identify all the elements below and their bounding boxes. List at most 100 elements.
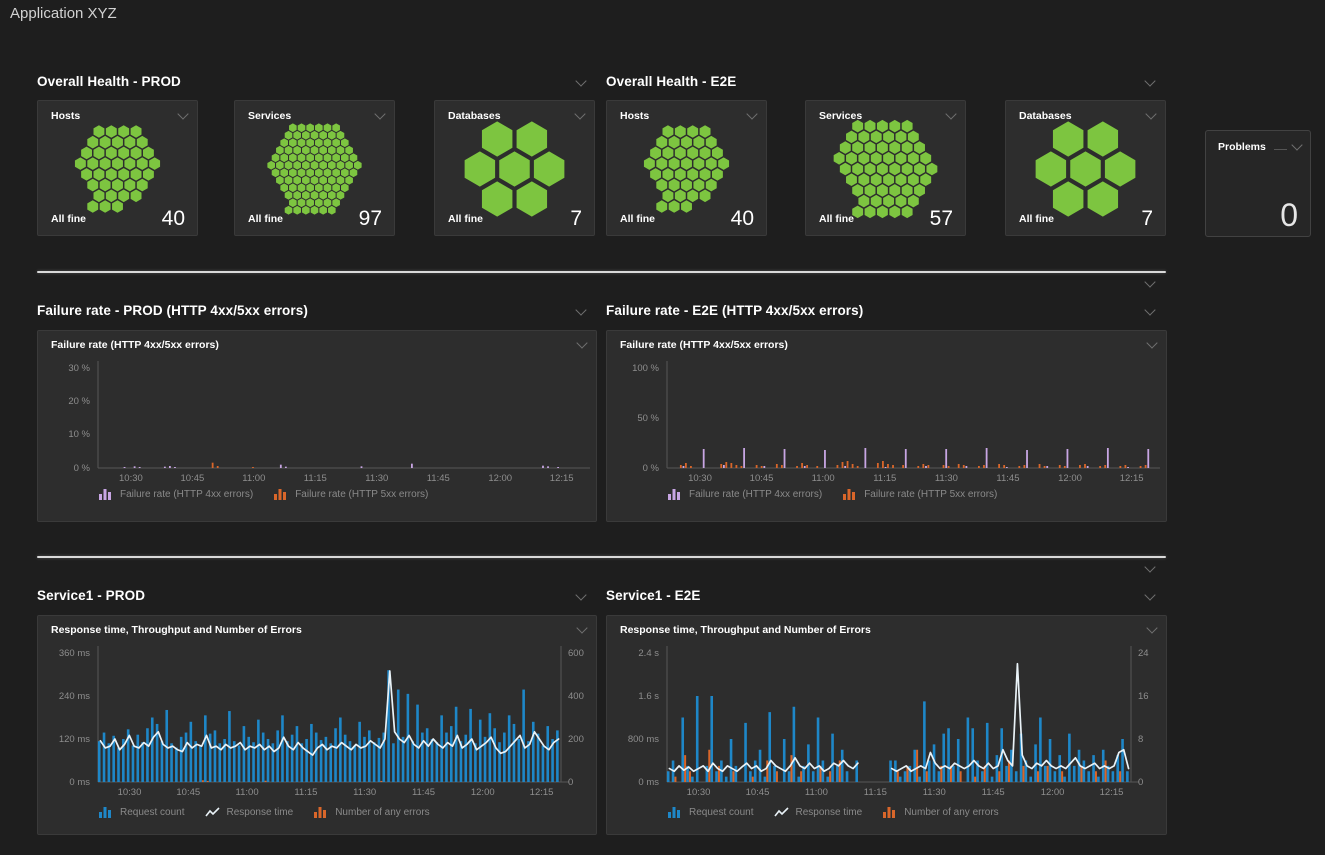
- y-axis-label: 0 %: [607, 464, 659, 474]
- x-tick-label: 12:00: [461, 788, 505, 798]
- service1-e2e-chart[interactable]: Response time, Throughput and Number of …: [606, 615, 1167, 835]
- x-tick-label: 11:00: [794, 788, 838, 798]
- chevron-down-icon[interactable]: [1145, 108, 1156, 119]
- problems-sparkline-placeholder: [1274, 149, 1287, 150]
- status-text: All fine: [620, 213, 655, 229]
- series-request-count: [667, 696, 1129, 782]
- x-tick-label: 12:00: [478, 474, 522, 484]
- legend-item[interactable]: Request count: [98, 807, 185, 818]
- y-axis-label: 1.6 s: [607, 692, 659, 702]
- section-title: Overall Health - PROD: [37, 74, 181, 89]
- chart-canvas: [607, 616, 1166, 834]
- section-header-service1-e2e: Service1 - E2E: [606, 586, 1154, 604]
- hex-grid-canvas: [235, 119, 394, 219]
- health-tile-services-e2e[interactable]: Services All fine57: [805, 100, 966, 236]
- legend-label: Number of any errors: [904, 807, 998, 818]
- chevron-down-icon[interactable]: [1144, 304, 1155, 315]
- chart-legend: Failure rate (HTTP 4xx errors) Failure ra…: [98, 489, 428, 500]
- health-tile-databases-prod[interactable]: Databases All fine7: [434, 100, 595, 236]
- bar-series-icon: [273, 489, 289, 500]
- chevron-down-icon[interactable]: [746, 108, 757, 119]
- chevron-down-icon[interactable]: [574, 108, 585, 119]
- hex-grid-canvas: [1006, 119, 1165, 219]
- bar-series-icon: [667, 489, 683, 500]
- x-tick-label: 11:00: [225, 788, 269, 798]
- x-tick-label: 12:00: [1031, 788, 1075, 798]
- x-tick-label: 10:30: [107, 788, 151, 798]
- legend-item[interactable]: Number of any errors: [313, 807, 429, 818]
- failure-rate-prod-chart[interactable]: Failure rate (HTTP 4xx/5xx errors) 30 %2…: [37, 330, 597, 522]
- chevron-down-icon[interactable]: [575, 75, 586, 86]
- series-request-count: [98, 670, 559, 782]
- health-tile-databases-e2e[interactable]: Databases All fine7: [1005, 100, 1166, 236]
- chart-plot-area: 360 ms240 ms120 ms0 ms600400200010:3010:…: [38, 616, 596, 834]
- legend-item[interactable]: Response time: [205, 807, 294, 818]
- legend-item[interactable]: Failure rate (HTTP 4xx errors): [98, 489, 253, 500]
- x-tick-label: 11:45: [416, 474, 460, 484]
- service1-prod-chart[interactable]: Response time, Throughput and Number of …: [37, 615, 597, 835]
- chevron-down-icon[interactable]: [1144, 75, 1155, 86]
- entity-count: 7: [1141, 208, 1153, 229]
- x-tick-label: 10:45: [740, 474, 784, 484]
- legend-label: Request count: [120, 807, 185, 818]
- y-axis-label-right: 400: [568, 692, 584, 702]
- y-axis-label: 100 %: [607, 364, 659, 374]
- legend-item[interactable]: Failure rate (HTTP 4xx errors): [667, 489, 822, 500]
- hex-grid: [235, 119, 394, 219]
- hex-grid: [38, 119, 197, 219]
- entity-count: 97: [359, 208, 382, 229]
- y-axis-label-right: 16: [1138, 692, 1149, 702]
- series-failure-rate-http-5xx-errors-: [680, 461, 1147, 468]
- line-series-icon: [205, 807, 221, 818]
- series-failure-rate-http-5xx-errors-: [212, 463, 254, 468]
- chevron-down-icon[interactable]: [945, 108, 956, 119]
- chevron-down-icon[interactable]: [1144, 276, 1155, 287]
- dashboard: Application XYZ Overall Health - PROD Ov…: [0, 0, 1325, 855]
- legend-item[interactable]: Failure rate (HTTP 5xx errors): [273, 489, 428, 500]
- x-tick-label: 10:45: [166, 788, 210, 798]
- x-tick-label: 12:15: [1110, 474, 1154, 484]
- y-axis-label-right: 200: [568, 735, 584, 745]
- failure-rate-e2e-chart[interactable]: Failure rate (HTTP 4xx/5xx errors) 100 %…: [606, 330, 1167, 522]
- section-title: Overall Health - E2E: [606, 74, 736, 89]
- y-axis-label: 10 %: [38, 430, 90, 440]
- chevron-down-icon[interactable]: [374, 108, 385, 119]
- x-tick-label: 11:15: [284, 788, 328, 798]
- chart-legend: Failure rate (HTTP 4xx errors) Failure ra…: [667, 489, 997, 500]
- section-title: Service1 - PROD: [37, 588, 145, 603]
- hex-grid-canvas: [806, 119, 965, 219]
- chevron-down-icon[interactable]: [177, 108, 188, 119]
- x-tick-label: 11:15: [293, 474, 337, 484]
- health-tile-hosts-e2e[interactable]: Hosts All fine40: [606, 100, 767, 236]
- x-tick-label: 10:30: [678, 474, 722, 484]
- legend-item[interactable]: Failure rate (HTTP 5xx errors): [842, 489, 997, 500]
- chevron-down-icon[interactable]: [575, 589, 586, 600]
- legend-item[interactable]: Request count: [667, 807, 754, 818]
- y-axis-label: 0 %: [38, 464, 90, 474]
- health-tile-services-prod[interactable]: Services All fine97: [234, 100, 395, 236]
- x-tick-label: 11:30: [343, 788, 387, 798]
- y-axis-label: 240 ms: [38, 692, 90, 702]
- section-header-failure-e2e: Failure rate - E2E (HTTP 4xx/5xx errors): [606, 301, 1154, 319]
- y-axis-label-right: 24: [1138, 649, 1149, 659]
- problems-tile[interactable]: Problems 0: [1205, 130, 1311, 237]
- chevron-down-icon[interactable]: [1144, 561, 1155, 572]
- bar-series-icon: [667, 807, 683, 818]
- chevron-down-icon[interactable]: [575, 304, 586, 315]
- y-axis-label: 800 ms: [607, 735, 659, 745]
- chevron-down-icon[interactable]: [1144, 589, 1155, 600]
- legend-item[interactable]: Number of any errors: [882, 807, 998, 818]
- tile-title: Problems: [1218, 141, 1266, 153]
- x-tick-label: 11:30: [912, 788, 956, 798]
- status-text: All fine: [819, 213, 854, 229]
- x-tick-label: 11:45: [986, 474, 1030, 484]
- hex-grid: [806, 119, 965, 219]
- x-tick-label: 11:45: [401, 788, 445, 798]
- hex-grid: [607, 119, 766, 219]
- health-tile-hosts-prod[interactable]: Hosts All fine40: [37, 100, 198, 236]
- legend-label: Failure rate (HTTP 4xx errors): [120, 489, 253, 500]
- chart-canvas: [38, 616, 596, 834]
- legend-label: Response time: [227, 807, 294, 818]
- chevron-down-icon[interactable]: [1291, 139, 1302, 150]
- legend-item[interactable]: Response time: [774, 807, 863, 818]
